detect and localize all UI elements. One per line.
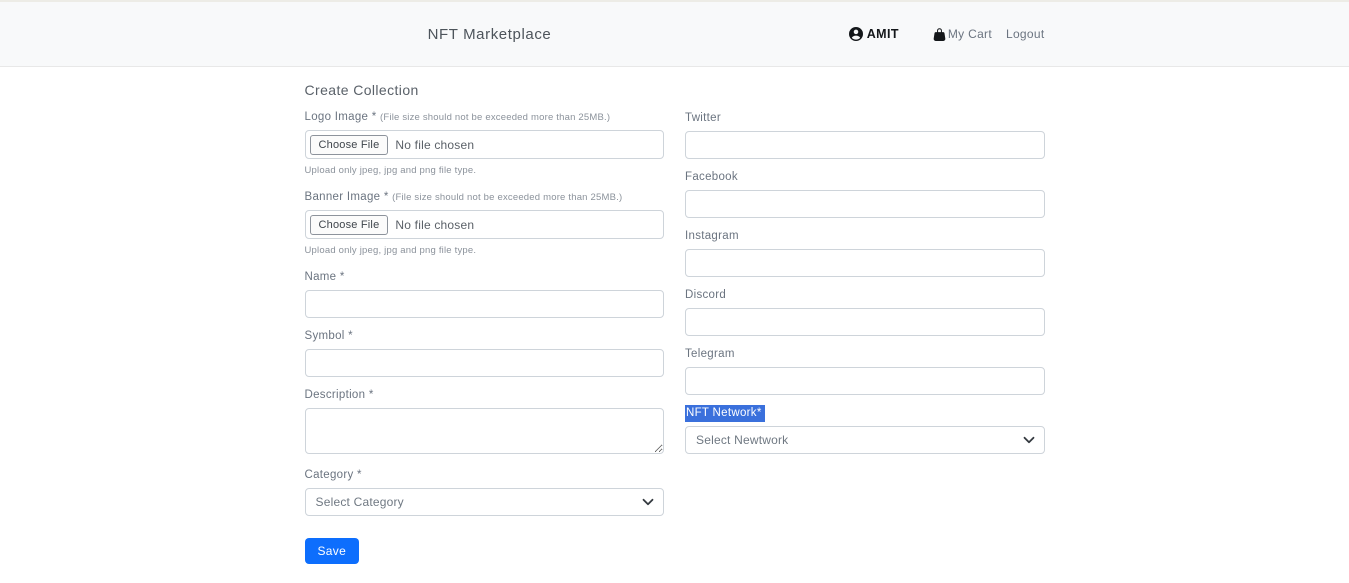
facebook-label: Facebook: [685, 171, 1045, 183]
instagram-group: Instagram: [685, 230, 1045, 277]
logo-image-label: Logo Image * (File size should not be ex…: [305, 111, 665, 123]
user-icon: [849, 27, 863, 41]
instagram-input[interactable]: [685, 249, 1045, 277]
banner-helper-text: Upload only jpeg, jpg and png file type.: [305, 245, 665, 256]
twitter-input[interactable]: [685, 131, 1045, 159]
facebook-input[interactable]: [685, 190, 1045, 218]
form-right-column: Twitter Facebook Instagram Discord Teleg…: [685, 82, 1045, 466]
logo-helper-text: Upload only jpeg, jpg and png file type.: [305, 165, 665, 176]
symbol-input[interactable]: [305, 349, 665, 377]
logo-file-input[interactable]: Choose File No file chosen: [305, 130, 665, 159]
nft-network-group: NFT Network* Select Newtwork: [685, 407, 1045, 454]
discord-input[interactable]: [685, 308, 1045, 336]
banner-image-group: Banner Image * (File size should not be …: [305, 191, 665, 256]
category-select-wrap: Select Category: [305, 488, 665, 516]
banner-size-note: (File size should not be exceeded more t…: [392, 192, 622, 203]
logo-image-label-text: Logo Image *: [305, 111, 377, 123]
discord-group: Discord: [685, 289, 1045, 336]
logo-size-note: (File size should not be exceeded more t…: [380, 112, 610, 123]
network-select-wrap: Select Newtwork: [685, 426, 1045, 454]
instagram-label: Instagram: [685, 230, 1045, 242]
description-textarea[interactable]: [305, 408, 665, 454]
name-input[interactable]: [305, 290, 665, 318]
telegram-group: Telegram: [685, 348, 1045, 395]
save-button[interactable]: Save: [305, 538, 360, 564]
page-title: Create Collection: [305, 82, 665, 98]
user-menu[interactable]: AMIT: [849, 27, 899, 41]
banner-choose-file-button[interactable]: Choose File: [310, 215, 389, 235]
banner-file-input[interactable]: Choose File No file chosen: [305, 210, 665, 239]
nft-network-label-highlighted: NFT Network*: [685, 405, 765, 422]
nft-network-label: NFT Network*: [685, 407, 1045, 419]
header-inner: NFT Marketplace AMIT My Cart Logout: [305, 26, 1045, 43]
user-name: AMIT: [867, 27, 899, 41]
banner-image-label: Banner Image * (File size should not be …: [305, 191, 665, 203]
category-label: Category *: [305, 469, 665, 481]
category-select[interactable]: Select Category: [305, 488, 665, 516]
form-left-column: Create Collection Logo Image * (File siz…: [305, 82, 665, 564]
banner-file-status: No file chosen: [395, 218, 474, 232]
twitter-label: Twitter: [685, 112, 1045, 124]
name-group: Name *: [305, 271, 665, 318]
name-label: Name *: [305, 271, 665, 283]
telegram-label: Telegram: [685, 348, 1045, 360]
banner-image-label-text: Banner Image *: [305, 191, 389, 203]
description-group: Description *: [305, 389, 665, 457]
telegram-input[interactable]: [685, 367, 1045, 395]
cart-icon: [933, 28, 946, 41]
symbol-group: Symbol *: [305, 330, 665, 377]
logo-image-group: Logo Image * (File size should not be ex…: [305, 111, 665, 176]
discord-label: Discord: [685, 289, 1045, 301]
logo-choose-file-button[interactable]: Choose File: [310, 135, 389, 155]
brand-title[interactable]: NFT Marketplace: [428, 26, 552, 43]
header: NFT Marketplace AMIT My Cart Logout: [0, 0, 1349, 67]
my-cart-label: My Cart: [948, 27, 992, 41]
description-label: Description *: [305, 389, 665, 401]
main-content: Create Collection Logo Image * (File siz…: [0, 67, 1349, 564]
category-group: Category * Select Category: [305, 469, 665, 516]
top-nav: AMIT My Cart Logout: [849, 27, 1045, 41]
logout-link[interactable]: Logout: [1006, 27, 1045, 41]
facebook-group: Facebook: [685, 171, 1045, 218]
symbol-label: Symbol *: [305, 330, 665, 342]
my-cart-link[interactable]: My Cart: [933, 27, 992, 41]
twitter-group: Twitter: [685, 112, 1045, 159]
logo-file-status: No file chosen: [395, 138, 474, 152]
brand-wrap: NFT Marketplace: [305, 26, 675, 43]
network-select[interactable]: Select Newtwork: [685, 426, 1045, 454]
